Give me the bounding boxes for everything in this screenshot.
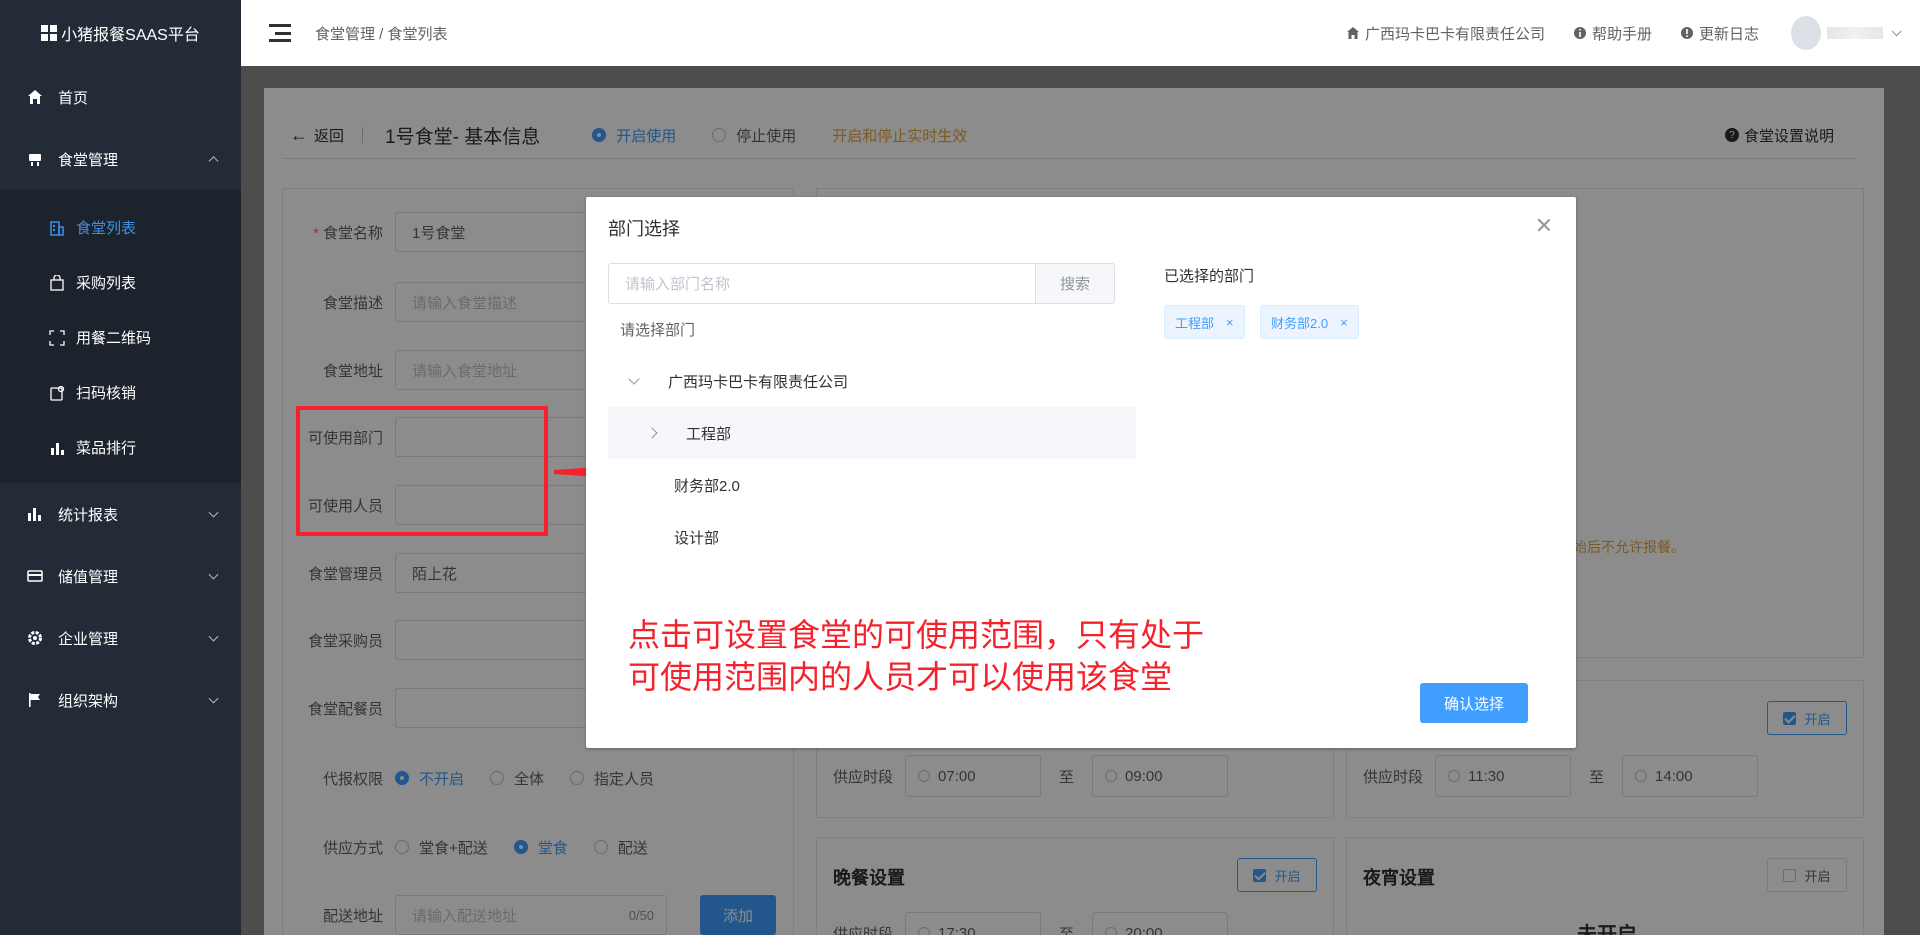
tree-node-label: 广西玛卡巴卡有限责任公司: [668, 373, 849, 391]
close-icon[interactable]: [1536, 217, 1552, 233]
info-icon: [1573, 27, 1586, 39]
pick-department-label: 请选择部门: [620, 322, 696, 339]
home-icon: [1346, 27, 1359, 39]
sidebar-item-purchase-list[interactable]: 采购列表: [0, 255, 241, 310]
tree-node-finance[interactable]: 财务部2.0: [608, 459, 1136, 511]
sidebar-subitem-label: 扫码核销: [76, 385, 137, 402]
tag-label: 工程部: [1175, 315, 1215, 331]
tree-node-engineering[interactable]: 工程部: [608, 407, 1136, 459]
annotation-highlight-box: [296, 406, 548, 536]
close-icon[interactable]: ×: [1226, 315, 1234, 330]
changelog-label: 更新日志: [1698, 25, 1759, 43]
sidebar-item-enterprise[interactable]: 企业管理: [0, 607, 241, 669]
company-name: 广西玛卡巴卡有限责任公司: [1364, 25, 1545, 43]
header-actions: 广西玛卡巴卡有限责任公司 帮助手册 更新日志: [1318, 0, 1902, 66]
chevron-down-icon: [208, 507, 219, 518]
chevron-down-icon[interactable]: [628, 372, 640, 385]
info-icon: [1680, 27, 1693, 39]
chevron-right-icon[interactable]: [646, 427, 658, 439]
close-icon[interactable]: ×: [1340, 315, 1348, 330]
scan-verify-icon: [48, 384, 66, 402]
sidebar-item-label: 首页: [58, 89, 89, 107]
selected-departments-label: 已选择的部门: [1164, 268, 1255, 285]
building-icon: [48, 219, 66, 237]
breadcrumb: 食堂管理 / 食堂列表: [315, 25, 448, 43]
sidebar-item-canteen[interactable]: 食堂管理: [0, 128, 241, 190]
sidebar-item-scan-verify[interactable]: 扫码核销: [0, 365, 241, 420]
sidebar-item-org[interactable]: 组织架构: [0, 669, 241, 731]
sidebar-subitem-label: 采购列表: [76, 275, 137, 292]
home-icon: [26, 88, 44, 106]
bar-chart-icon: [48, 439, 66, 457]
search-button[interactable]: 搜索: [1035, 263, 1115, 304]
avatar[interactable]: [1791, 16, 1821, 50]
menu-toggle-icon[interactable]: [269, 24, 291, 42]
department-search-input[interactable]: 请输入部门名称: [608, 263, 1035, 304]
chevron-down-icon: [208, 631, 219, 642]
dialog-title: 部门选择: [608, 219, 680, 239]
bar-chart-icon: [26, 505, 44, 523]
sidebar-item-label: 食堂管理: [58, 151, 119, 169]
selected-tag-finance: 财务部2.0 ×: [1260, 305, 1359, 339]
sidebar-subitem-label: 食堂列表: [76, 220, 137, 237]
tag-label: 财务部2.0: [1271, 315, 1329, 331]
changelog-link[interactable]: 更新日志: [1680, 23, 1759, 44]
tree-node-company[interactable]: 广西玛卡巴卡有限责任公司: [608, 355, 1136, 407]
sidebar-item-home[interactable]: 首页: [0, 66, 241, 128]
tree-node-design[interactable]: 设计部: [608, 511, 1136, 563]
sidebar-item-reports[interactable]: 统计报表: [0, 483, 241, 545]
user-name-blurred: [1827, 27, 1883, 39]
chevron-down-icon[interactable]: [1891, 25, 1902, 36]
annotation-line: 点击可设置食堂的可使用范围，只有处于: [628, 617, 1205, 653]
sidebar-item-stored-value[interactable]: 储值管理: [0, 545, 241, 607]
annotation-line: 可使用范围内的人员才可以使用该食堂: [628, 659, 1173, 695]
sidebar-item-label: 企业管理: [58, 630, 119, 648]
top-header: 食堂管理 / 食堂列表 广西玛卡巴卡有限责任公司 帮助手册 更新日志: [241, 0, 1920, 66]
sidebar-item-canteen-list[interactable]: 食堂列表: [0, 200, 241, 255]
sidebar: 小猪报餐SAAS平台 首页 食堂管理 食堂列表 采购列表 用餐二维码 扫码核销 …: [0, 0, 241, 935]
canteen-icon: [26, 150, 44, 168]
sidebar-item-label: 储值管理: [58, 568, 119, 586]
annotation-text: 点击可设置食堂的可使用范围，只有处于 可使用范围内的人员才可以使用该食堂: [628, 614, 1204, 698]
chevron-down-icon: [208, 693, 219, 704]
shopping-bag-icon: [48, 274, 66, 292]
selected-tag-engineering: 工程部 ×: [1164, 305, 1245, 339]
grid-logo-icon: [41, 25, 58, 41]
gear-icon: [26, 629, 44, 647]
tree-node-label: 工程部: [686, 425, 732, 443]
sidebar-item-label: 统计报表: [58, 506, 119, 524]
company-switch[interactable]: 广西玛卡巴卡有限责任公司: [1346, 23, 1545, 44]
sidebar-subitem-label: 菜品排行: [76, 440, 137, 457]
confirm-selection-button[interactable]: 确认选择: [1420, 683, 1528, 723]
flag-icon: [26, 691, 44, 709]
sidebar-item-dish-rank[interactable]: 菜品排行: [0, 420, 241, 475]
chevron-down-icon: [208, 569, 219, 580]
app-logo[interactable]: 小猪报餐SAAS平台: [0, 0, 241, 66]
chevron-up-icon: [208, 156, 219, 167]
sidebar-subitem-label: 用餐二维码: [76, 330, 152, 347]
scan-frame-icon: [48, 329, 66, 347]
canteen-submenu: 食堂列表 采购列表 用餐二维码 扫码核销 菜品排行: [0, 190, 241, 483]
card-icon: [26, 567, 44, 585]
sidebar-item-label: 组织架构: [58, 692, 119, 710]
tree-node-label: 设计部: [674, 529, 720, 547]
app-name: 小猪报餐SAAS平台: [61, 27, 200, 44]
tree-node-label: 财务部2.0: [674, 477, 740, 495]
sidebar-item-qrcode[interactable]: 用餐二维码: [0, 310, 241, 365]
help-manual-link[interactable]: 帮助手册: [1573, 23, 1652, 44]
help-manual-label: 帮助手册: [1591, 25, 1652, 43]
